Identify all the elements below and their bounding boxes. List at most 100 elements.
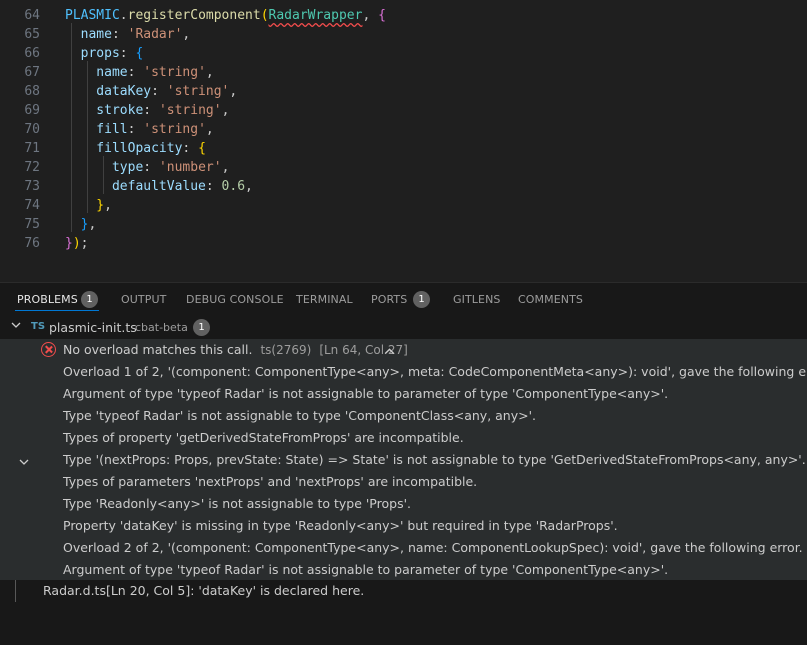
tab-output[interactable]: OUTPUT: [121, 293, 166, 306]
tab-problems[interactable]: PROBLEMS: [17, 293, 78, 306]
problem-message: No overload matches this call.: [63, 342, 253, 357]
code-content: },: [65, 196, 112, 215]
code-token: fillOpacity: [65, 141, 183, 156]
code-token: 'Radar': [127, 27, 183, 42]
line-number: 72: [24, 160, 40, 175]
problem-detail[interactable]: No overload matches this call. ts(2769) …: [0, 339, 807, 580]
code-line[interactable]: 67 name: 'string',: [0, 63, 807, 82]
tab-terminal[interactable]: TERMINAL: [296, 293, 353, 306]
problem-code[interactable]: ts(2769): [260, 343, 311, 357]
code-token: :: [127, 122, 144, 137]
code-token: ,: [221, 103, 230, 118]
ports-count-badge: 1: [413, 291, 430, 308]
code-token: :: [111, 27, 128, 42]
tab-gitlens[interactable]: GITLENS: [453, 293, 500, 306]
code-line[interactable]: 72 type: 'number',: [0, 158, 807, 177]
code-token: name: [65, 65, 128, 80]
error-icon: [41, 342, 56, 357]
code-token: PLASMIC: [65, 8, 120, 23]
code-token: :: [205, 179, 222, 194]
problem-detail-line: Argument of type 'typeof Radar' is not a…: [63, 562, 669, 577]
problem-detail-line: Type 'Readonly<any>' is not assignable t…: [63, 496, 411, 511]
line-number: 64: [24, 8, 40, 23]
active-tab-indicator: [15, 310, 99, 311]
code-token: (: [260, 8, 269, 23]
code-token: {: [135, 46, 144, 61]
code-token: ,: [229, 84, 238, 99]
code-token: defaultValue: [65, 179, 206, 194]
related-information[interactable]: Radar.d.ts[Ln 20, Col 5]: 'dataKey' is d…: [43, 583, 364, 598]
code-token: :: [143, 103, 159, 118]
code-line[interactable]: 74 },: [0, 196, 807, 215]
line-number: 66: [24, 46, 40, 61]
code-content: name: 'Radar',: [65, 25, 191, 44]
code-content: PLASMIC.registerComponent(RadarWrapper, …: [65, 6, 386, 25]
problem-detail-line: Types of property 'getDerivedStateFromPr…: [63, 430, 464, 445]
code-token: name: [65, 27, 112, 42]
code-token: fill: [65, 122, 128, 137]
line-number: 69: [24, 103, 40, 118]
problem-detail-line: Type 'typeof Radar' is not assignable to…: [63, 408, 537, 423]
code-token: :: [151, 84, 167, 99]
code-token: RadarWrapper: [268, 8, 363, 23]
code-line[interactable]: 65 name: 'Radar',: [0, 25, 807, 44]
code-token: registerComponent: [127, 8, 261, 23]
code-content: },: [65, 215, 97, 234]
line-number: 67: [24, 65, 40, 80]
code-line[interactable]: 73 defaultValue: 0.6,: [0, 177, 807, 196]
line-number: 73: [24, 179, 40, 194]
code-content: });: [65, 234, 88, 253]
code-token: ,: [205, 65, 214, 80]
code-token: .: [119, 8, 128, 23]
code-content: type: 'number',: [65, 158, 229, 177]
line-number: 76: [24, 236, 40, 251]
file-name: plasmic-init.ts: [49, 320, 137, 335]
code-token: }: [65, 217, 89, 232]
code-token: ,: [221, 160, 230, 175]
chevron-down-icon[interactable]: [18, 453, 30, 472]
code-token: :: [182, 141, 199, 156]
chevron-down-icon[interactable]: [10, 319, 22, 334]
tab-ports[interactable]: PORTS: [371, 293, 407, 306]
line-number: 65: [24, 27, 40, 42]
code-line[interactable]: 64 PLASMIC.registerComponent(RadarWrapper…: [0, 6, 807, 25]
file-problem-count-badge: 1: [193, 319, 210, 336]
line-number: 74: [24, 198, 40, 213]
code-token: {: [198, 141, 206, 156]
code-token: 'number': [158, 160, 222, 175]
code-token: :: [127, 65, 144, 80]
problem-detail-line: Types of parameters 'nextProps' and 'nex…: [63, 474, 478, 489]
chevron-up-icon[interactable]: [383, 343, 396, 362]
code-editor[interactable]: 64 PLASMIC.registerComponent(RadarWrapper…: [0, 0, 807, 282]
tab-debug-console[interactable]: DEBUG CONSOLE: [186, 293, 284, 306]
code-line[interactable]: 68 dataKey: 'string',: [0, 82, 807, 101]
code-content: name: 'string',: [65, 63, 214, 82]
problem-detail-line: Type '(nextProps: Props, prevState: Stat…: [63, 452, 806, 467]
line-number: 70: [24, 122, 40, 137]
code-token: }: [65, 198, 105, 213]
code-token: ,: [205, 122, 214, 137]
code-line[interactable]: 71 fillOpacity: {: [0, 139, 807, 158]
code-content: dataKey: 'string',: [65, 82, 237, 101]
problem-header[interactable]: No overload matches this call. ts(2769) …: [0, 339, 807, 361]
code-line[interactable]: 76});: [0, 234, 807, 253]
code-token: 0.6: [221, 179, 246, 194]
code-token: props: [65, 46, 120, 61]
code-token: ,: [362, 8, 379, 23]
code-line[interactable]: 75 },: [0, 215, 807, 234]
code-token: 'string': [166, 84, 230, 99]
code-content: props: {: [65, 44, 144, 63]
code-token: type: [65, 160, 144, 175]
code-line[interactable]: 69 stroke: 'string',: [0, 101, 807, 120]
code-token: ,: [182, 27, 191, 42]
code-token: 'string': [143, 65, 206, 80]
tree-indent-guide: [15, 580, 16, 602]
code-token: ,: [245, 179, 253, 194]
code-line[interactable]: 70 fill: 'string',: [0, 120, 807, 139]
tab-comments[interactable]: COMMENTS: [518, 293, 583, 306]
problem-file-row[interactable]: TS plasmic-init.ts cbat-beta 1: [0, 317, 807, 339]
code-line[interactable]: 66 props: {: [0, 44, 807, 63]
code-token: {: [378, 8, 386, 23]
code-token: dataKey: [65, 84, 152, 99]
typescript-file-icon: TS: [31, 321, 46, 332]
